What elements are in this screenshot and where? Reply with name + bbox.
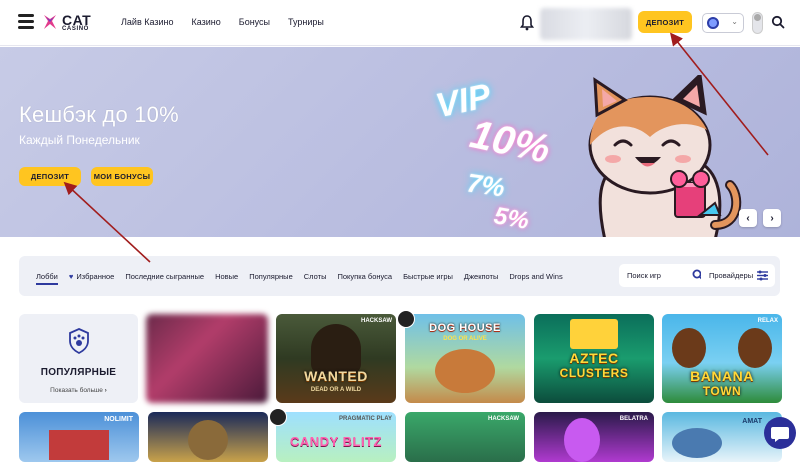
header-deposit-button[interactable]: ДЕПОЗИТ xyxy=(638,11,692,33)
providers-label: Провайдеры xyxy=(709,271,754,280)
game-provider: HACKSAW xyxy=(361,318,392,324)
popular-category-card[interactable]: ПОПУЛЯРНЫЕ Показать больше › xyxy=(19,314,138,403)
game-subtitle: TOWN xyxy=(702,384,742,398)
promo-10-text: 10% xyxy=(466,112,554,172)
game-title: AZTEC xyxy=(569,350,619,366)
banner-next-button[interactable]: › xyxy=(763,209,781,227)
my-bonuses-button[interactable]: МОИ БОНУСЫ xyxy=(91,167,153,186)
banner-title: Кешбэк до 10% xyxy=(19,102,179,127)
tab-new[interactable]: Новые xyxy=(215,272,238,285)
banner-deposit-button[interactable]: ДЕПОЗИТ xyxy=(19,167,81,186)
language-select[interactable]: ⌄ xyxy=(702,13,744,33)
promo-7-text: 7% xyxy=(465,167,507,203)
monkey-left-illustration xyxy=(672,328,706,368)
nav-live-casino[interactable]: Лайв Казино xyxy=(121,17,174,27)
tab-drops-and-wins[interactable]: Drops and Wins xyxy=(509,272,562,285)
game-art xyxy=(49,430,109,460)
game-tile-dog-house[interactable]: DOG HOUSE DOG OR ALIVE xyxy=(405,314,525,403)
game-provider: PRAGMATIC PLAY xyxy=(338,416,392,422)
monkey-right-illustration xyxy=(738,328,772,368)
game-provider: AMAT xyxy=(742,418,762,425)
chevron-right-icon: › xyxy=(104,387,107,394)
nav-casino[interactable]: Казино xyxy=(192,17,221,27)
game-tile-candy-blitz[interactable]: PRAGMATIC PLAY CANDY BLITZ xyxy=(276,412,396,462)
top-header: CAT CASINO Лайв Казино Казино Бонусы Тур… xyxy=(0,0,800,46)
theme-toggle[interactable] xyxy=(752,12,763,34)
show-more-link[interactable]: Показать больше › xyxy=(19,387,138,394)
game-subtitle: DEAD OR A WILD xyxy=(310,387,362,393)
game-title: CANDY BLITZ xyxy=(290,434,382,449)
tab-quick-games[interactable]: Быстрые игры xyxy=(403,272,453,285)
banner-prev-button[interactable]: ‹ xyxy=(739,209,757,227)
menu-icon[interactable] xyxy=(18,14,34,29)
bell-icon[interactable] xyxy=(520,15,534,31)
game-art xyxy=(188,420,228,460)
search-icon[interactable] xyxy=(771,15,785,29)
game-title: WANTED xyxy=(304,368,368,384)
tab-favorites[interactable]: ♥ Избранное xyxy=(69,272,114,285)
game-tile-banana-town[interactable]: RELAX BANANA TOWN xyxy=(662,314,782,403)
game-tile-row2-2[interactable] xyxy=(148,412,268,462)
game-tile-aztec-clusters[interactable]: AZTEC CLUSTERS xyxy=(534,314,654,403)
game-subtitle: CLUSTERS xyxy=(559,366,629,380)
dog-illustration xyxy=(435,349,495,393)
tab-popular[interactable]: Популярные xyxy=(249,272,293,285)
game-title: BANANA xyxy=(690,368,754,384)
game-title: DOG HOUSE xyxy=(429,322,501,334)
game-provider: NOLIMIT xyxy=(104,416,133,423)
tab-bonus-buy[interactable]: Покупка бонуса xyxy=(337,272,392,285)
popular-title: ПОПУЛЯРНЫЕ xyxy=(40,367,117,378)
show-more-label: Показать больше xyxy=(50,387,103,394)
temple-illustration xyxy=(570,319,618,349)
game-subtitle: DOG OR ALIVE xyxy=(443,336,487,342)
providers-filter-button[interactable]: Провайдеры xyxy=(701,264,775,287)
cat-mascot-illustration xyxy=(588,75,742,237)
game-provider: HACKSAW xyxy=(488,416,519,422)
heart-icon: ♥ xyxy=(68,272,74,281)
new-game-badge-icon xyxy=(269,408,287,426)
tab-lobby[interactable]: Лобби xyxy=(36,272,58,285)
user-balance-blurred xyxy=(540,8,632,40)
game-art xyxy=(564,418,600,462)
tab-favorites-label: Избранное xyxy=(76,272,115,281)
tab-slots[interactable]: Слоты xyxy=(304,272,327,285)
paw-badge-icon xyxy=(69,328,89,354)
game-tile-wanted[interactable]: HACKSAW WANTED DEAD OR A WILD xyxy=(276,314,396,403)
main-nav: Лайв Казино Казино Бонусы Турниры xyxy=(121,17,324,27)
promo-banner: Кешбэк до 10% Каждый Понедельник ДЕПОЗИТ… xyxy=(0,47,800,237)
game-provider: RELAX xyxy=(757,318,778,324)
game-search-placeholder: Поиск игр xyxy=(627,271,661,280)
filter-sliders-icon xyxy=(757,270,768,281)
cowboy-illustration xyxy=(311,324,361,374)
chat-support-button[interactable] xyxy=(764,417,796,449)
tab-recent[interactable]: Последние сыгранные xyxy=(125,272,204,285)
new-game-badge-icon xyxy=(397,310,415,328)
games-filter-bar: Лобби ♥ Избранное Последние сыгранные Нов… xyxy=(19,256,780,296)
nav-bonuses[interactable]: Бонусы xyxy=(239,17,270,27)
chat-bubble-icon xyxy=(771,427,789,442)
game-tile-row2-4[interactable]: HACKSAW xyxy=(405,412,525,462)
logo[interactable]: CAT CASINO xyxy=(42,11,98,35)
globe-icon xyxy=(707,17,719,29)
logo-subtext: CASINO xyxy=(62,26,89,32)
banner-subtitle: Каждый Понедельник xyxy=(19,133,140,147)
category-tabs: Лобби ♥ Избранное Последние сыгранные Нов… xyxy=(36,272,563,285)
game-tile-nolimit[interactable]: NOLIMIT xyxy=(19,412,139,462)
logo-mark-icon xyxy=(44,15,56,29)
game-tile-belatra[interactable]: BELATRA xyxy=(534,412,654,462)
game-tile-blurred[interactable] xyxy=(146,314,268,403)
nav-tournaments[interactable]: Турниры xyxy=(288,17,324,27)
chevron-down-icon: ⌄ xyxy=(731,17,738,26)
game-search-input[interactable]: Поиск игр xyxy=(619,264,711,287)
promo-5-text: 5% xyxy=(492,202,531,235)
game-provider: BELATRA xyxy=(619,416,648,422)
tab-jackpots[interactable]: Джекпоты xyxy=(464,272,498,285)
